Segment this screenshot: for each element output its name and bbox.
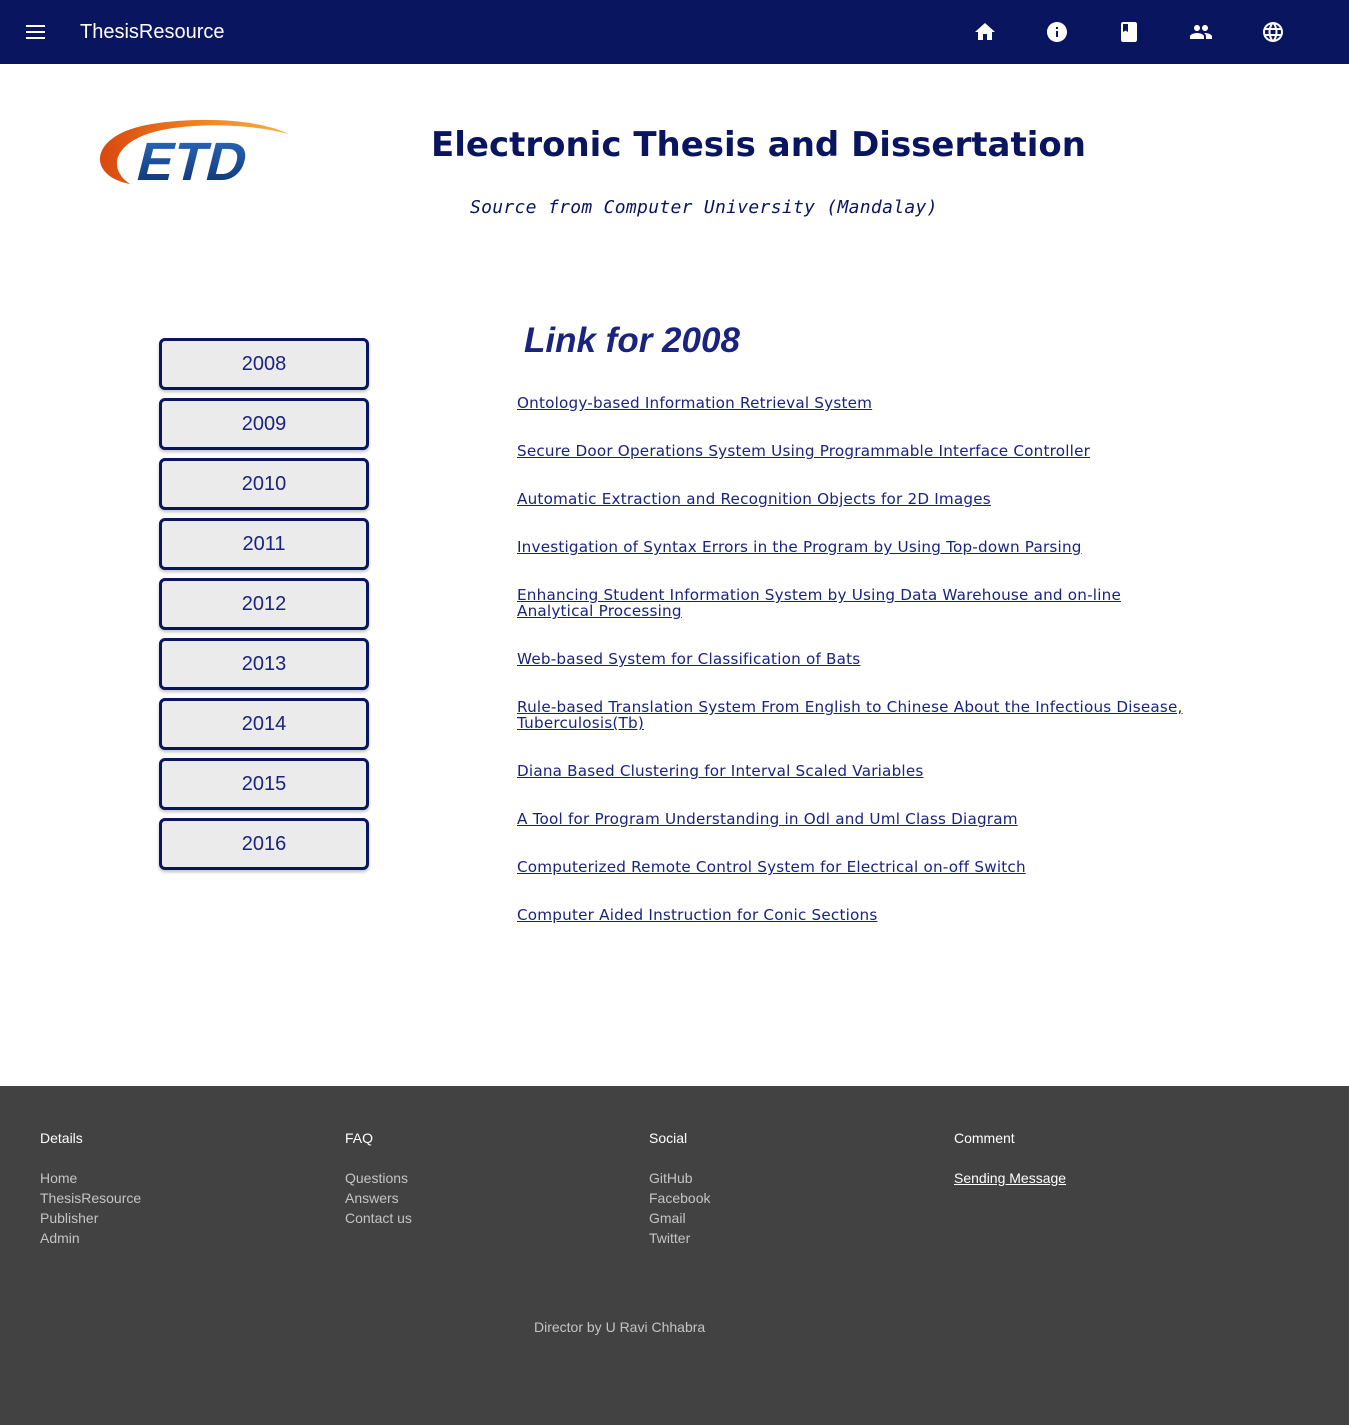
year-button-2009[interactable]: 2009 [159,398,369,450]
people-icon[interactable] [1189,20,1213,44]
footer-column-details: Details Home ThesisResource Publisher Ad… [40,1130,320,1248]
list-item: Web-based System for Classification of B… [517,651,1197,667]
book-icon[interactable] [1117,20,1141,44]
year-button-2012[interactable]: 2012 [159,578,369,630]
footer-link-contact-us[interactable]: Contact us [345,1208,625,1228]
footer-link-publisher[interactable]: Publisher [40,1208,320,1228]
page-subtitle: Source from Computer University (Mandala… [470,197,938,218]
thesis-link[interactable]: Investigation of Syntax Errors in the Pr… [517,539,1197,555]
year-button-2015[interactable]: 2015 [159,758,369,810]
list-item: A Tool for Program Understanding in Odl … [517,811,1197,827]
footer-link-thesisresource[interactable]: ThesisResource [40,1188,320,1208]
thesis-link[interactable]: A Tool for Program Understanding in Odl … [517,811,1197,827]
list-item: Computer Aided Instruction for Conic Sec… [517,907,1197,923]
info-icon[interactable] [1045,20,1069,44]
svg-text:ETD: ETD [131,131,254,190]
list-item: Secure Door Operations System Using Prog… [517,443,1197,459]
footer-link-facebook[interactable]: Facebook [649,1188,929,1208]
list-item: Rule-based Translation System From Engli… [517,699,1197,731]
year-button-2010[interactable]: 2010 [159,458,369,510]
list-item: Diana Based Clustering for Interval Scal… [517,763,1197,779]
app-title[interactable]: ThesisResource [80,19,225,45]
list-item: Ontology-based Information Retrieval Sys… [517,395,1197,411]
page-footer: Details Home ThesisResource Publisher Ad… [0,1086,1349,1425]
thesis-link[interactable]: Web-based System for Classification of B… [517,651,1197,667]
menu-icon[interactable] [24,20,48,44]
sending-message-link[interactable]: Sending Message [954,1168,1234,1188]
thesis-link[interactable]: Ontology-based Information Retrieval Sys… [517,395,1197,411]
year-button-list: 2008 2009 2010 2011 2012 2013 2014 2015 … [159,338,369,878]
list-item: Automatic Extraction and Recognition Obj… [517,491,1197,507]
list-item: Enhancing Student Information System by … [517,587,1197,619]
footer-column-social: Social GitHub Facebook Gmail Twitter [649,1130,929,1248]
links-heading: Link for 2008 [524,321,740,360]
footer-credit: Director by U Ravi Chhabra [534,1319,706,1335]
thesis-link[interactable]: Secure Door Operations System Using Prog… [517,443,1197,459]
year-button-2008[interactable]: 2008 [159,338,369,390]
globe-icon[interactable] [1261,20,1285,44]
footer-link-home[interactable]: Home [40,1168,320,1188]
footer-link-github[interactable]: GitHub [649,1168,929,1188]
top-app-bar: ThesisResource [0,0,1349,64]
thesis-link[interactable]: Computer Aided Instruction for Conic Sec… [517,907,1197,923]
footer-link-twitter[interactable]: Twitter [649,1228,929,1248]
footer-heading: Comment [954,1130,1015,1146]
thesis-link[interactable]: Diana Based Clustering for Interval Scal… [517,763,1197,779]
footer-link-answers[interactable]: Answers [345,1188,625,1208]
footer-link-questions[interactable]: Questions [345,1168,625,1188]
thesis-link[interactable]: Computerized Remote Control System for E… [517,859,1197,875]
footer-heading: Social [649,1130,688,1146]
list-item: Computerized Remote Control System for E… [517,859,1197,875]
footer-link-gmail[interactable]: Gmail [649,1208,929,1228]
year-button-2016[interactable]: 2016 [159,818,369,870]
footer-column-comment: Comment Sending Message [954,1130,1234,1188]
footer-heading: FAQ [345,1130,374,1146]
year-button-2014[interactable]: 2014 [159,698,369,750]
home-icon[interactable] [973,20,997,44]
year-button-2011[interactable]: 2011 [159,518,369,570]
list-item: Investigation of Syntax Errors in the Pr… [517,539,1197,555]
thesis-link[interactable]: Automatic Extraction and Recognition Obj… [517,491,1197,507]
thesis-link[interactable]: Rule-based Translation System From Engli… [517,699,1197,731]
page-title: Electronic Thesis and Dissertation [431,125,1086,165]
footer-heading: Details [40,1130,83,1146]
year-button-2013[interactable]: 2013 [159,638,369,690]
etd-logo: ETD [92,116,304,192]
thesis-link[interactable]: Enhancing Student Information System by … [517,587,1197,619]
footer-column-faq: FAQ Questions Answers Contact us [345,1130,625,1228]
thesis-link-list: Ontology-based Information Retrieval Sys… [517,395,1197,955]
footer-link-admin[interactable]: Admin [40,1228,320,1248]
